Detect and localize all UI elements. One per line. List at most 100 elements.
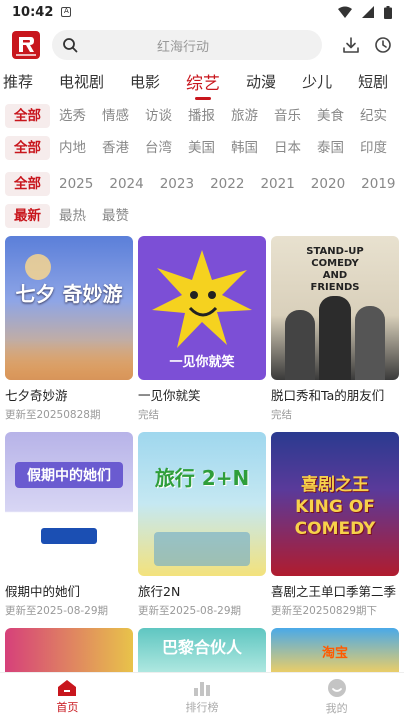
poster-burst-icon [152,250,252,348]
card-title: 一见你就笑 [138,388,201,403]
poster-title: 旅行 2+N [154,466,250,490]
card-title: 旅行2N [138,584,181,599]
tab-kids[interactable]: 少儿 [289,71,345,92]
top-bar: 红海行动 [0,26,404,64]
filter-chip[interactable]: 2019 [354,172,402,196]
sort-chip[interactable]: 最热 [52,204,93,228]
filter-chip[interactable]: 全部 [5,172,50,196]
filter-chip[interactable]: 2022 [203,172,251,196]
sort-chip[interactable]: 最赞 [95,204,136,228]
filter-chip[interactable]: 美国 [181,136,222,160]
download-icon[interactable] [342,36,360,54]
nav-ranking-label: 排行榜 [185,700,219,714]
poster-title: 喜剧之王 KING OF COMEDY [294,475,376,539]
card-subtitle: 更新至2025-08-29期 [5,605,109,617]
logo-icon [19,37,34,52]
poster-title: 一见你就笑 [169,355,235,370]
tab-short-drama[interactable]: 短剧 [345,71,401,92]
search-bar[interactable]: 红海行动 [52,30,322,60]
filter-chip[interactable]: 选秀 [52,104,93,128]
search-placeholder: 红海行动 [156,39,209,55]
card-title: 脱口秀和Ta的朋友们 [271,388,385,403]
tab-variety[interactable]: 综艺 [173,69,233,100]
filter-chip[interactable]: 全部 [5,104,50,128]
show-card[interactable]: 七夕 奇妙游 七夕奇妙游 更新至20250828期 [5,236,133,422]
show-card[interactable]: 旅行 2+N 旅行2N 更新至2025-08-29期 [138,432,266,618]
poster-image: 假期中的她们 [5,432,133,576]
card-subtitle: 更新至20250829期下 [271,605,377,617]
poster-image: 一见你就笑 [138,236,266,380]
card-subtitle: 完结 [138,409,159,421]
notification-icon: A [61,7,72,17]
battery-icon [384,5,392,19]
show-card[interactable]: 喜剧之王 KING OF COMEDY 喜剧之王单口季第二季 更新至202508… [271,432,399,618]
nav-profile-label: 我的 [325,701,348,715]
ranking-icon [194,681,210,696]
poster-image: 淘宝 [271,628,399,678]
filter-chip[interactable]: 台湾 [138,136,179,160]
filter-row-sort: 最新 最热 最赞 [0,202,138,230]
nav-profile[interactable]: 我的 [269,673,404,720]
status-bar: 10:42 A [0,0,404,24]
poster-image: 七夕 奇妙游 [5,236,133,380]
wifi-icon [338,6,352,18]
nav-home-label: 首页 [56,700,79,714]
card-subtitle: 更新至2025-08-29期 [138,605,242,617]
show-card[interactable]: 淘宝 [271,628,399,678]
show-card[interactable] [5,628,133,678]
card-subtitle: 更新至20250828期 [5,409,101,421]
filter-chip[interactable]: 韩国 [224,136,265,160]
show-card[interactable]: 一见你就笑 一见你就笑 完结 [138,236,266,422]
filter-chip[interactable]: 香港 [95,136,136,160]
show-card[interactable]: STAND-UP COMEDY AND FRIENDS 脱口秀和Ta的朋友们 完… [271,236,399,422]
poster-image: STAND-UP COMEDY AND FRIENDS [271,236,399,380]
poster-title: STAND-UP COMEDY AND FRIENDS [306,246,364,293]
tab-anime[interactable]: 动漫 [233,71,289,92]
filter-chip[interactable]: 访谈 [138,104,179,128]
filter-chip[interactable]: 2020 [304,172,352,196]
sort-chip[interactable]: 最新 [5,204,50,228]
poster-title: 假期中的她们 [15,462,123,488]
tab-tv-series[interactable]: 电视剧 [46,71,117,92]
card-subtitle: 完结 [271,409,292,421]
filter-chip[interactable]: 2021 [253,172,301,196]
tab-movie[interactable]: 电影 [117,71,173,92]
poster-image: 旅行 2+N [138,432,266,576]
filter-chip[interactable]: 情感 [95,104,136,128]
nav-home[interactable]: 首页 [0,673,135,720]
filter-chip[interactable]: 印度 [353,136,394,160]
poster-image: 喜剧之王 KING OF COMEDY [271,432,399,576]
channel-tabs: 推荐 电视剧 电影 综艺 动漫 少儿 短剧 [0,66,401,100]
card-title: 假期中的她们 [5,584,81,599]
filter-chip[interactable]: 美食 [310,104,351,128]
filter-chip[interactable]: 2024 [102,172,150,196]
show-card[interactable]: 假期中的她们 假期中的她们 更新至2025-08-29期 [5,432,133,618]
history-icon[interactable] [374,36,392,54]
filter-chip[interactable]: 日本 [267,136,308,160]
nav-ranking[interactable]: 排行榜 [135,673,270,720]
bottom-nav: 首页 排行榜 我的 [0,672,404,720]
poster-image [5,628,133,678]
show-card[interactable]: 巴黎合伙人 [138,628,266,678]
filter-chip[interactable]: 2025 [52,172,100,196]
tab-recommend[interactable]: 推荐 [0,71,46,92]
poster-title: 七夕 奇妙游 [15,282,123,306]
filter-chip[interactable]: 音乐 [267,104,308,128]
filter-chip[interactable]: 纪实 [353,104,394,128]
filter-chip[interactable]: 泰国 [310,136,351,160]
app-logo[interactable] [12,31,40,59]
signal-icon [362,6,374,18]
filter-chip[interactable]: 内地 [52,136,93,160]
filter-chip[interactable]: 播报 [181,104,222,128]
filter-chip[interactable]: 2023 [153,172,201,196]
search-icon [63,38,78,53]
card-title: 喜剧之王单口季第二季 [271,584,397,599]
filter-chip[interactable]: 全部 [5,136,50,160]
filter-chip[interactable]: 旅游 [224,104,265,128]
poster-image: 巴黎合伙人 [138,628,266,678]
poster-title: 淘宝 [321,646,348,661]
status-time: 10:42 [12,4,54,20]
home-icon [58,679,77,696]
filter-row-region: 全部 内地 香港 台湾 美国 韩国 日本 泰国 印度 [0,134,396,162]
filter-row-year: 全部 2025 2024 2023 2022 2021 2020 2019 [0,170,404,198]
